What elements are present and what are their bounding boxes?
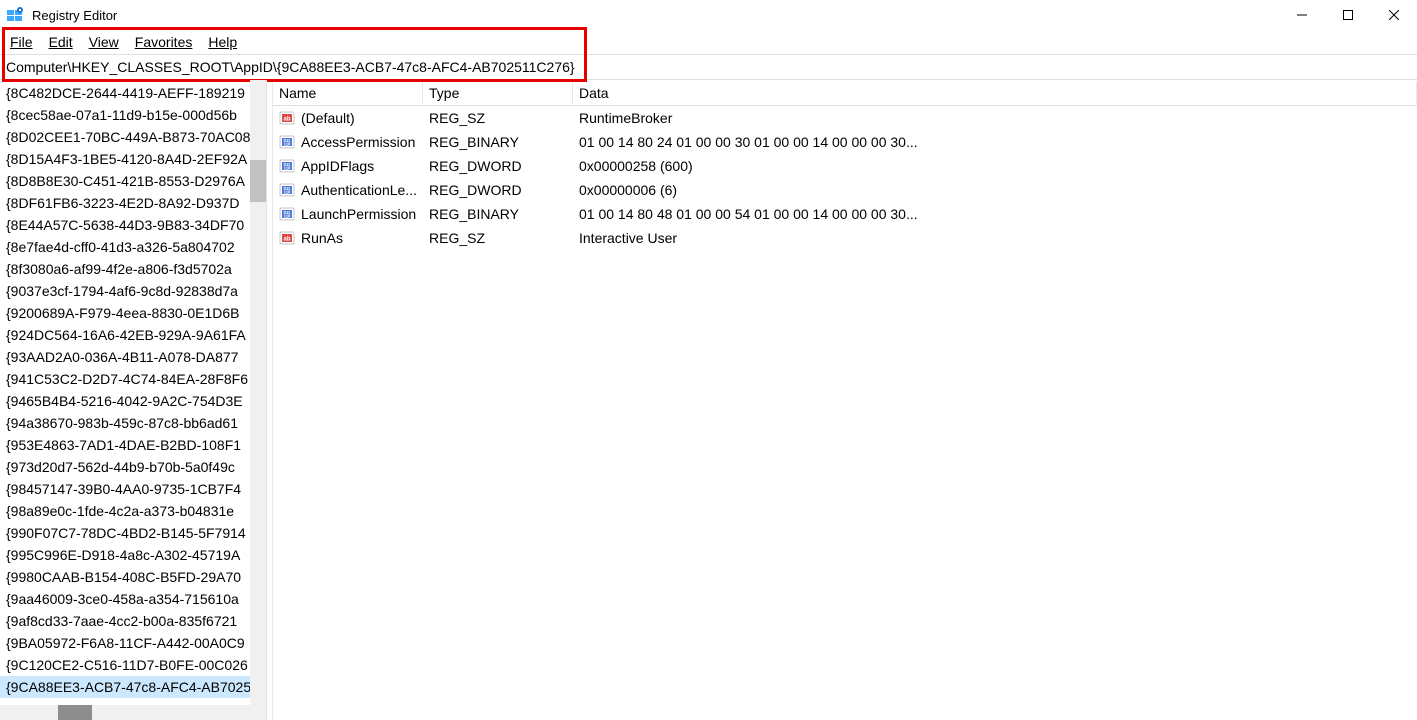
value-row[interactable]: ab (Default)REG_SZRuntimeBroker — [273, 106, 1417, 130]
svg-text:ab: ab — [283, 117, 290, 123]
tree-item[interactable]: {9465B4B4-5216-4042-9A2C-754D3E — [0, 390, 266, 412]
tree-item[interactable]: {8D02CEE1-70BC-449A-B873-70AC08 — [0, 126, 266, 148]
tree-hscrollbar-thumb[interactable] — [58, 705, 92, 720]
menu-help[interactable]: Help — [208, 34, 237, 50]
tree-item[interactable]: {953E4863-7AD1-4DAE-B2BD-108F1 — [0, 434, 266, 456]
value-type: REG_DWORD — [429, 158, 579, 174]
svg-text:ab: ab — [283, 237, 290, 243]
binary-value-icon: 011110 — [279, 206, 295, 222]
title-bar: Registry Editor — [0, 0, 1417, 30]
value-name: AppIDFlags — [301, 158, 429, 174]
tree-item[interactable]: {94a38670-983b-459c-87c8-bb6ad61 — [0, 412, 266, 434]
tree-item[interactable]: {9aa46009-3ce0-458a-a354-715610a — [0, 588, 266, 610]
column-header-data[interactable]: Data — [573, 82, 1417, 104]
tree-item[interactable]: {9C120CE2-C516-11D7-B0FE-00C026 — [0, 654, 266, 676]
value-row[interactable]: 011110 AccessPermissionREG_BINARY01 00 14… — [273, 130, 1417, 154]
string-value-icon: ab — [279, 110, 295, 126]
tree-item[interactable]: {9200689A-F979-4eea-8830-0E1D6B — [0, 302, 266, 324]
tree-item[interactable]: {924DC564-16A6-42EB-929A-9A61FA — [0, 324, 266, 346]
tree-item[interactable]: {8C482DCE-2644-4419-AEFF-189219 — [0, 82, 266, 104]
value-type: REG_BINARY — [429, 134, 579, 150]
value-name: (Default) — [301, 110, 429, 126]
value-name: RunAs — [301, 230, 429, 246]
tree-item[interactable]: {995C996E-D918-4a8c-A302-45719A — [0, 544, 266, 566]
tree-item[interactable]: {941C53C2-D2D7-4C74-84EA-28F8F6 — [0, 368, 266, 390]
tree-item[interactable]: {8f3080a6-af99-4f2e-a806-f3d5702a — [0, 258, 266, 280]
tree-item[interactable]: {93AAD2A0-036A-4B11-A078-DA877 — [0, 346, 266, 368]
tree-item[interactable]: {98a89e0c-1fde-4c2a-a373-b04831e — [0, 500, 266, 522]
tree-item[interactable]: {9CA88EE3-ACB7-47c8-AFC4-AB7025 — [0, 676, 266, 698]
svg-text:110: 110 — [284, 190, 291, 195]
tree-item[interactable]: {973d20d7-562d-44b9-b70b-5a0f49c — [0, 456, 266, 478]
maximize-button[interactable] — [1325, 0, 1371, 30]
value-row[interactable]: 011110 AppIDFlagsREG_DWORD0x00000258 (600… — [273, 154, 1417, 178]
column-header-type[interactable]: Type — [423, 82, 573, 104]
svg-text:110: 110 — [284, 166, 291, 171]
tree-vscrollbar-thumb[interactable] — [250, 160, 266, 202]
value-data: Interactive User — [579, 230, 1417, 246]
tree-item[interactable]: {8e7fae4d-cff0-41d3-a326-5a804702 — [0, 236, 266, 258]
values-panel[interactable]: Name Type Data ab(Default)REG_SZRuntimeB… — [273, 80, 1417, 720]
tree-item[interactable]: {8D8B8E30-C451-421B-8553-D2976A — [0, 170, 266, 192]
tree-item[interactable]: {8DF61FB6-3223-4E2D-8A92-D937D — [0, 192, 266, 214]
menu-view[interactable]: View — [89, 34, 119, 50]
window-title: Registry Editor — [32, 8, 1279, 23]
close-button[interactable] — [1371, 0, 1417, 30]
tree-panel[interactable]: {8C482DCE-2644-4419-AEFF-189219{8cec58ae… — [0, 80, 267, 720]
tree-item[interactable]: {9037e3cf-1794-4af6-9c8d-92838d7a — [0, 280, 266, 302]
address-text: Computer\HKEY_CLASSES_ROOT\AppID\{9CA88E… — [6, 59, 575, 75]
column-headers: Name Type Data — [273, 80, 1417, 106]
minimize-button[interactable] — [1279, 0, 1325, 30]
value-type: REG_SZ — [429, 110, 579, 126]
value-data: 01 00 14 80 48 01 00 00 54 01 00 00 14 0… — [579, 206, 1417, 222]
value-row[interactable]: 011110 AuthenticationLe...REG_DWORD0x0000… — [273, 178, 1417, 202]
tree-item[interactable]: {8cec58ae-07a1-11d9-b15e-000d56b — [0, 104, 266, 126]
value-row[interactable]: ab RunAsREG_SZInteractive User — [273, 226, 1417, 250]
binary-value-icon: 011110 — [279, 158, 295, 174]
tree-item[interactable]: {8E44A57C-5638-44D3-9B83-34DF70 — [0, 214, 266, 236]
value-data: 0x00000258 (600) — [579, 158, 1417, 174]
tree-hscrollbar-track[interactable] — [0, 705, 266, 720]
tree-item[interactable]: {9af8cd33-7aae-4cc2-b00a-835f6721 — [0, 610, 266, 632]
tree-item[interactable]: {8D15A4F3-1BE5-4120-8A4D-2EF92A — [0, 148, 266, 170]
tree-item[interactable]: {9980CAAB-B154-408C-B5FD-29A70 — [0, 566, 266, 588]
address-bar[interactable]: Computer\HKEY_CLASSES_ROOT\AppID\{9CA88E… — [0, 54, 1417, 80]
value-type: REG_BINARY — [429, 206, 579, 222]
content-area: {8C482DCE-2644-4419-AEFF-189219{8cec58ae… — [0, 80, 1417, 720]
column-header-name[interactable]: Name — [273, 82, 423, 104]
value-data: 0x00000006 (6) — [579, 182, 1417, 198]
value-row[interactable]: 011110 LaunchPermissionREG_BINARY01 00 14… — [273, 202, 1417, 226]
tree-item[interactable]: {9BA05972-F6A8-11CF-A442-00A0C9 — [0, 632, 266, 654]
value-type: REG_SZ — [429, 230, 579, 246]
value-data: 01 00 14 80 24 01 00 00 30 01 00 00 14 0… — [579, 134, 1417, 150]
svg-text:110: 110 — [284, 142, 291, 147]
value-type: REG_DWORD — [429, 182, 579, 198]
binary-value-icon: 011110 — [279, 134, 295, 150]
menu-file[interactable]: File — [10, 34, 33, 50]
svg-text:110: 110 — [284, 214, 291, 219]
regedit-icon — [6, 6, 24, 24]
tree-item[interactable]: {990F07C7-78DC-4BD2-B145-5F7914 — [0, 522, 266, 544]
menu-favorites[interactable]: Favorites — [135, 34, 193, 50]
tree-item[interactable]: {98457147-39B0-4AA0-9735-1CB7F4 — [0, 478, 266, 500]
value-name: AccessPermission — [301, 134, 429, 150]
value-name: AuthenticationLe... — [301, 182, 429, 198]
binary-value-icon: 011110 — [279, 182, 295, 198]
menu-edit[interactable]: Edit — [49, 34, 73, 50]
menu-bar: File Edit View Favorites Help — [0, 30, 1417, 54]
value-name: LaunchPermission — [301, 206, 429, 222]
string-value-icon: ab — [279, 230, 295, 246]
value-data: RuntimeBroker — [579, 110, 1417, 126]
